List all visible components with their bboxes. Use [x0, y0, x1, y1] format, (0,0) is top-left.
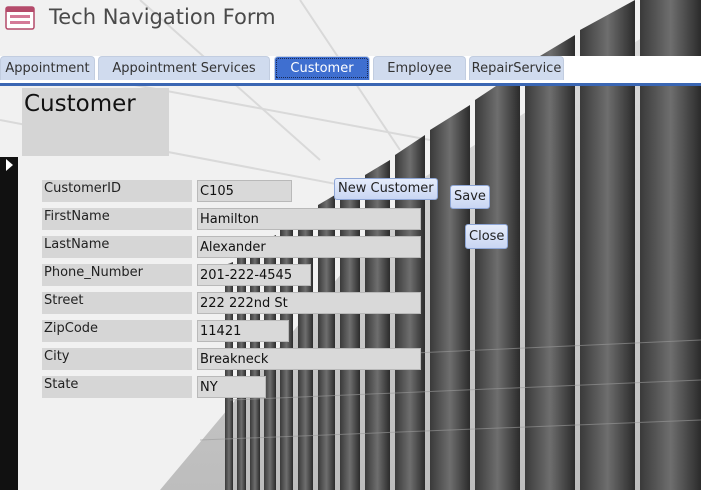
- customerid-field[interactable]: C105: [197, 180, 292, 202]
- tab-appointment[interactable]: Appointment: [0, 56, 95, 80]
- close-button[interactable]: Close: [465, 224, 509, 249]
- record-selector-arrow-icon: [6, 159, 13, 171]
- zipcode-field[interactable]: 11421: [197, 320, 289, 342]
- label-state: State: [42, 376, 192, 398]
- lastname-field[interactable]: Alexander: [197, 236, 421, 258]
- label-city: City: [42, 348, 192, 370]
- app-header: Tech Navigation Form: [0, 0, 701, 56]
- phone-number-field[interactable]: 201-222-4545: [197, 264, 311, 286]
- state-field[interactable]: NY: [197, 376, 266, 398]
- label-street: Street: [42, 292, 192, 314]
- firstname-field[interactable]: Hamilton: [197, 208, 421, 230]
- tab-customer[interactable]: Customer: [274, 56, 370, 80]
- new-customer-button[interactable]: New Customer: [334, 178, 438, 200]
- tab-repairservice[interactable]: RepairService: [469, 56, 564, 80]
- tab-appointment-services[interactable]: Appointment Services: [98, 56, 270, 80]
- label-lastname: LastName: [42, 236, 192, 258]
- record-selector-bar[interactable]: [0, 157, 18, 490]
- city-field[interactable]: Breakneck: [197, 348, 421, 370]
- save-button[interactable]: Save: [450, 185, 490, 209]
- form-icon: [5, 6, 35, 30]
- navigation-tab-bar: Appointment Appointment Services Custome…: [0, 56, 701, 86]
- form-title: Customer: [24, 91, 136, 117]
- label-customerid: CustomerID: [42, 180, 192, 202]
- street-field[interactable]: 222 222nd St: [197, 292, 421, 314]
- app-title: Tech Navigation Form: [49, 5, 276, 29]
- label-zipcode: ZipCode: [42, 320, 192, 342]
- tab-employee[interactable]: Employee: [373, 56, 466, 80]
- label-phone-number: Phone_Number: [42, 264, 192, 286]
- label-firstname: FirstName: [42, 208, 192, 230]
